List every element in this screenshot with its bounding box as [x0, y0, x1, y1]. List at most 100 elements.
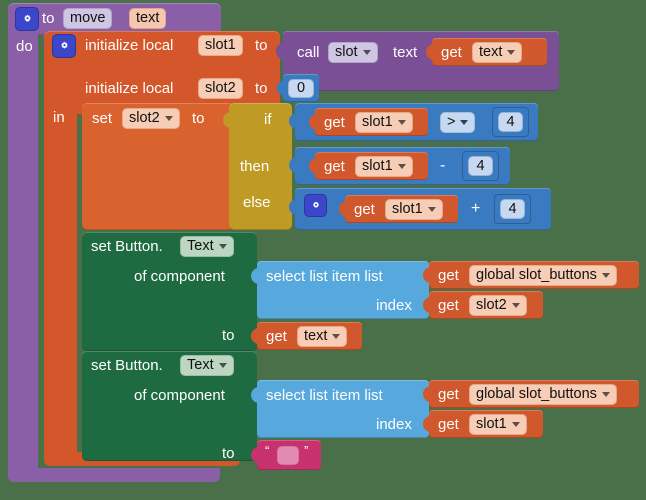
chevron-down-icon[interactable] [511, 422, 520, 427]
call-target-field[interactable]: slot [328, 42, 378, 63]
chevron-down-icon[interactable] [397, 164, 406, 169]
number-zero-field[interactable]: 0 [288, 79, 314, 98]
get-slot1-then-field[interactable]: slot1 [355, 156, 413, 177]
chevron-down-icon[interactable] [507, 50, 516, 55]
get-slot2-index-var: slot2 [476, 297, 507, 314]
get-slot1-cond-plug [309, 114, 318, 132]
get-slot1-else-var: slot1 [392, 201, 423, 218]
comparison-plug [289, 113, 298, 131]
get-text-arg-name: text [479, 44, 503, 61]
set-button-2-to-label: to [222, 445, 235, 462]
addition-mutator-gear-icon[interactable] [304, 194, 327, 217]
procedure-mutator-gear-icon[interactable] [15, 7, 39, 31]
procedure-name-field[interactable]: move [63, 8, 113, 29]
chevron-down-icon[interactable] [362, 50, 371, 55]
procedure-to-keyword: to [42, 10, 55, 27]
get-text-value-1-field[interactable]: text [297, 326, 348, 347]
get-global-1-field[interactable]: global slot_buttons [469, 265, 617, 286]
initialize-local-mutator-gear-icon[interactable] [52, 34, 76, 58]
get-slot2-index-keyword: get [438, 297, 459, 314]
get-slot1-then-plug [309, 158, 318, 176]
local-1-name-text: slot1 [205, 37, 236, 54]
set-button-1-property-field[interactable]: Text [180, 236, 234, 257]
chevron-down-icon[interactable] [460, 120, 469, 125]
text-close-quote: ” [304, 443, 309, 458]
initialize-local-left-spine [44, 110, 77, 458]
get-slot1-then-var: slot1 [362, 158, 393, 175]
comparison-operator-field[interactable]: > [440, 112, 476, 133]
local-in-keyword: in [53, 109, 65, 126]
get-slot1-index-plug [423, 416, 432, 434]
get-global-1-var: global slot_buttons [476, 267, 597, 284]
get-global-2-plug [423, 386, 432, 404]
chevron-down-icon[interactable] [397, 120, 406, 125]
chevron-down-icon[interactable] [218, 244, 227, 249]
get-slot1-cond-keyword: get [324, 114, 345, 131]
set-button-2-of-component-label: of component [134, 387, 225, 404]
procedure-parameter-field[interactable]: text [129, 8, 167, 29]
get-slot1-index-keyword: get [438, 416, 459, 433]
call-method-label: text [393, 44, 418, 61]
chevron-down-icon[interactable] [511, 303, 520, 308]
subtraction-operand-field[interactable]: 4 [468, 156, 493, 176]
comparison-operand-field[interactable]: 4 [498, 112, 523, 132]
select-list-1-plug [251, 268, 260, 286]
set-slot2-var-field[interactable]: slot2 [122, 108, 180, 129]
initialize-local-2-label: initialize local [85, 80, 174, 97]
get-text-value-1-plug [251, 328, 260, 346]
get-slot1-else-field[interactable]: slot1 [385, 199, 443, 220]
get-global-2-var: global slot_buttons [476, 386, 597, 403]
blocks-canvas[interactable]: to move text do initialize local slot1 t… [0, 0, 646, 500]
set-slot2-keyword: set [92, 110, 113, 127]
call-keyword: call [297, 44, 320, 61]
initialize-local-1-label: initialize local [85, 37, 174, 54]
local-2-name-field[interactable]: slot2 [198, 78, 243, 99]
addition-plug [289, 199, 298, 217]
empty-text-string-plug [251, 447, 260, 465]
get-text-value-1-keyword: get [266, 328, 287, 345]
local-2-name-text: slot2 [205, 80, 236, 97]
select-list-item-1-label: select list item list [266, 268, 383, 285]
call-block-plug [276, 42, 285, 60]
get-global-2-field[interactable]: global slot_buttons [469, 384, 617, 405]
chevron-down-icon[interactable] [218, 363, 227, 368]
select-list-item-1-index-label: index [376, 297, 412, 314]
chevron-down-icon[interactable] [427, 207, 436, 212]
get-text-value-1-var: text [304, 328, 328, 345]
set-slot2-var-text: slot2 [129, 110, 160, 127]
chevron-down-icon[interactable] [332, 334, 341, 339]
then-label: then [240, 158, 270, 175]
get-slot1-else-keyword: get [354, 201, 375, 218]
number-zero-value: 0 [296, 80, 306, 97]
get-slot1-then-keyword: get [324, 158, 345, 175]
subtraction-operand-value: 4 [476, 157, 485, 174]
get-slot1-cond-field[interactable]: slot1 [355, 112, 413, 133]
get-global-1-keyword: get [438, 267, 459, 284]
get-text-arg-keyword: get [441, 44, 462, 61]
call-target-text: slot [335, 44, 358, 61]
addition-operand-field[interactable]: 4 [500, 199, 525, 219]
procedure-left-spine [8, 30, 38, 476]
set-button-1-to-label: to [222, 327, 235, 344]
get-slot2-index-field[interactable]: slot2 [469, 295, 527, 316]
comparison-operator-text: > [447, 114, 456, 131]
chevron-down-icon[interactable] [601, 273, 610, 278]
get-text-arg-field[interactable]: text [472, 42, 523, 63]
local-1-name-field[interactable]: slot1 [198, 35, 243, 56]
get-global-1-plug [423, 267, 432, 285]
set-slot2-to-keyword: to [192, 110, 205, 127]
text-open-quote: “ [265, 443, 270, 458]
set-button-2-property-field[interactable]: Text [180, 355, 234, 376]
chevron-down-icon[interactable] [164, 116, 173, 121]
addition-operand-value: 4 [508, 200, 517, 217]
get-slot1-index-field[interactable]: slot1 [469, 414, 527, 435]
set-button-1-prefix: set Button. [91, 238, 163, 255]
addition-operator: + [471, 200, 481, 217]
get-slot1-index-var: slot1 [476, 416, 507, 433]
else-label: else [243, 194, 271, 211]
if-block-plug [223, 112, 232, 130]
chevron-down-icon[interactable] [601, 392, 610, 397]
empty-text-value-field[interactable] [277, 446, 299, 465]
set-button-1-of-component-label: of component [134, 268, 225, 285]
get-slot2-index-plug [423, 297, 432, 315]
